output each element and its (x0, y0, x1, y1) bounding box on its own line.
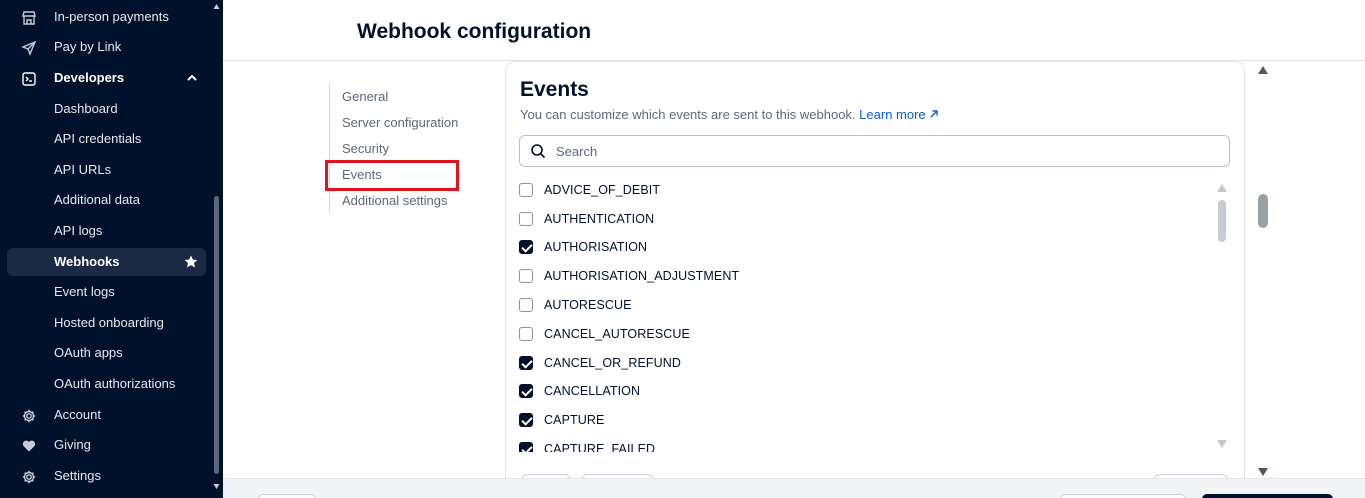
event-label: AUTHENTICATION (544, 212, 655, 226)
sidebar-item-additional-data[interactable]: Additional data (7, 186, 206, 214)
event-label: CANCELLATION (544, 384, 641, 398)
paper-plane-icon (21, 40, 37, 56)
external-link-icon (930, 110, 938, 118)
section-nav-server-configuration[interactable]: Server configuration (342, 115, 458, 130)
sidebar-item-pay-by-link[interactable]: Pay by Link (7, 33, 206, 61)
sidebar-item-label: Additional data (54, 192, 141, 207)
events-search[interactable] (519, 135, 1230, 167)
sidebar-item-api-credentials[interactable]: API credentials (7, 125, 206, 153)
footer-cancel-button[interactable] (258, 494, 316, 498)
event-checkbox[interactable] (519, 442, 533, 452)
sidebar-item-oauth-authorizations[interactable]: OAuth authorizations (7, 370, 206, 398)
sidebar-item-label: Event logs (54, 284, 115, 299)
events-description-text: You can customize which events are sent … (520, 107, 856, 122)
events-list-scrollbar-thumb[interactable] (1218, 200, 1226, 242)
event-label: CANCEL_AUTORESCUE (544, 327, 690, 341)
event-checkbox[interactable] (519, 183, 533, 197)
learn-more-link[interactable]: Learn more (859, 107, 939, 122)
sidebar-item-in-person-payments[interactable]: In-person payments (7, 3, 206, 31)
scroll-down-arrow-icon[interactable] (1217, 440, 1227, 448)
learn-more-label: Learn more (859, 107, 926, 122)
section-nav-security[interactable]: Security (342, 141, 389, 156)
event-checkbox[interactable] (519, 413, 533, 427)
bottom-action-bar (223, 478, 1365, 498)
sidebar-item-label: Pay by Link (54, 39, 122, 54)
event-label: AUTORESCUE (544, 298, 632, 312)
events-description: You can customize which events are sent … (520, 107, 939, 122)
sidebar-item-oauth-apps[interactable]: OAuth apps (7, 339, 206, 367)
event-label: CAPTURE_FAILED (544, 442, 656, 452)
event-label: ADVICE_OF_DEBIT (544, 183, 661, 197)
sidebar-scrollbar-thumb[interactable] (214, 196, 219, 474)
sidebar-item-label: API URLs (54, 162, 112, 177)
heart-hand-icon (21, 438, 37, 454)
event-label: AUTHORISATION (544, 240, 648, 254)
star-icon[interactable] (183, 254, 199, 270)
sidebar-item-label: Hosted onboarding (54, 315, 164, 330)
sidebar-item-account[interactable]: Account (7, 401, 206, 429)
sidebar-item-label: In-person payments (54, 9, 169, 24)
sidebar-item-label: Account (54, 407, 101, 422)
event-checkbox[interactable] (519, 240, 533, 254)
sidebar-item-giving[interactable]: Giving (7, 431, 206, 459)
sidebar-item-label: Settings (54, 468, 101, 483)
sidebar-item-api-urls[interactable]: API URLs (7, 156, 206, 184)
section-nav-additional-settings[interactable]: Additional settings (342, 193, 448, 208)
sidebar-item-label: Giving (54, 437, 91, 452)
footer-primary-button[interactable] (1202, 494, 1333, 498)
sidebar-item-label: Developers (54, 70, 125, 85)
sidebar-item-event-logs[interactable]: Event logs (7, 278, 206, 306)
sidebar-item-settings[interactable]: Settings (7, 462, 206, 490)
footer-secondary-button[interactable] (1060, 494, 1186, 498)
event-checkbox[interactable] (519, 327, 533, 341)
event-checkbox[interactable] (519, 269, 533, 283)
event-label: CAPTURE (544, 413, 605, 427)
sidebar: In-person payments Pay by Link Developer… (0, 0, 223, 498)
sidebar-item-webhooks[interactable]: Webhooks (7, 248, 206, 276)
chevron-up-icon[interactable] (186, 72, 198, 84)
event-label: CANCEL_OR_REFUND (544, 356, 682, 370)
page-scrollbar-thumb[interactable] (1258, 194, 1268, 228)
page-title: Webhook configuration (357, 20, 592, 43)
section-nav: General Server configuration Security Ev… (329, 83, 489, 213)
sidebar-item-label: OAuth authorizations (54, 376, 176, 391)
event-label: AUTHORISATION_ADJUSTMENT (544, 269, 740, 283)
scroll-down-arrow-icon[interactable] (1258, 468, 1268, 476)
sidebar-item-label: OAuth apps (54, 345, 123, 360)
gear-icon (21, 408, 37, 424)
highlight-box (325, 160, 459, 191)
event-checkbox[interactable] (519, 384, 533, 398)
gear-icon (21, 469, 37, 485)
scroll-up-arrow-icon[interactable] (1258, 66, 1268, 74)
scroll-up-arrow-icon[interactable] (1217, 184, 1227, 192)
sidebar-item-label: API credentials (54, 131, 142, 146)
events-title: Events (520, 78, 589, 101)
events-list-scrollbar[interactable] (1216, 184, 1228, 452)
sidebar-item-dashboard[interactable]: Dashboard (7, 95, 206, 123)
terminal-icon (21, 71, 37, 87)
event-checkbox[interactable] (519, 298, 533, 312)
search-input[interactable] (556, 142, 1156, 160)
sidebar-item-developers[interactable]: Developers (7, 64, 206, 92)
sidebar-item-label: Dashboard (54, 101, 118, 116)
store-icon (21, 10, 37, 26)
section-nav-general[interactable]: General (342, 89, 388, 104)
sidebar-item-hosted-onboarding[interactable]: Hosted onboarding (7, 309, 206, 337)
page-scrollbar[interactable] (1256, 62, 1270, 478)
event-checkbox[interactable] (519, 212, 533, 226)
sidebar-scrollbar[interactable] (213, 0, 221, 498)
event-checkbox[interactable] (519, 356, 533, 370)
sidebar-item-label: API logs (54, 223, 103, 238)
sidebar-item-label: Webhooks (54, 254, 120, 269)
events-list: ADVICE_OF_DEBIT AUTHENTICATION AUTHORISA… (515, 180, 1215, 452)
sidebar-item-api-logs[interactable]: API logs (7, 217, 206, 245)
search-icon (530, 143, 546, 159)
